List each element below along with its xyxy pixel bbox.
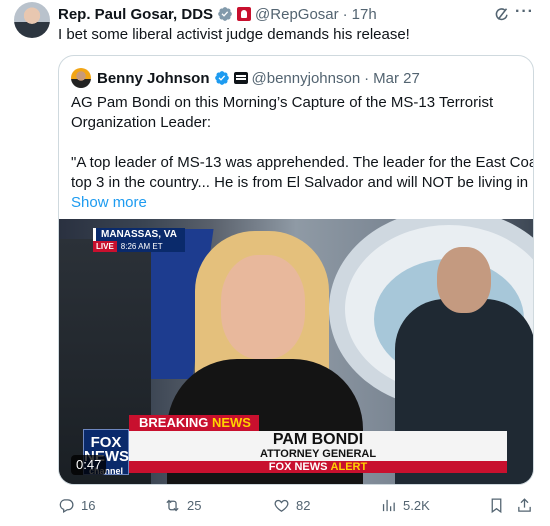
show-more-link[interactable]: Show more	[71, 194, 147, 211]
quoted-text-line: AG Pam Bondi on this Morning’s Capture o…	[71, 94, 494, 111]
bookmark-icon	[491, 497, 502, 513]
quoted-text: AG Pam Bondi on this Morning’s Capture o…	[71, 93, 534, 213]
quoted-text-line: top 3 in the country... He is from El Sa…	[71, 174, 534, 191]
tweet-text: I bet some liberal activist judge demand…	[58, 26, 410, 43]
repost-icon	[166, 499, 179, 511]
verified-badge-icon	[218, 7, 232, 21]
author-handle[interactable]: @RepGosar	[255, 6, 339, 23]
action-bar: 16 25 82 5.2K	[58, 495, 536, 515]
location-label: MANASSAS, VA	[93, 228, 185, 241]
lower-third-title: ATTORNEY GENERAL	[259, 448, 377, 460]
reply-icon	[59, 498, 74, 513]
reply-count: 16	[81, 497, 96, 513]
like-icon	[274, 499, 289, 512]
bookmark-button[interactable]	[488, 495, 505, 515]
video-duration: 0:47	[71, 455, 107, 475]
quoted-time[interactable]: Mar 27	[373, 70, 420, 87]
verified-badge-icon	[214, 71, 229, 85]
lower-third: PAM BONDI ATTORNEY GENERAL	[129, 431, 507, 461]
quoted-text-line: Organization Leader:	[71, 114, 212, 131]
author-avatar[interactable]	[14, 2, 50, 38]
like-button[interactable]: 82	[273, 495, 310, 515]
more-icon[interactable]: ···	[515, 3, 534, 21]
quoted-tweet[interactable]: Benny Johnson @bennyjohnson · Mar 27 AG …	[58, 55, 534, 485]
separator-dot: ·	[364, 69, 370, 87]
repost-count: 25	[187, 497, 202, 513]
repost-button[interactable]: 25	[164, 495, 201, 515]
breaking-news-banner: BREAKING NEWS	[129, 415, 259, 431]
video-player[interactable]: MANASSAS, VA LIVE 8:26 AM ET BREAKING NE…	[59, 219, 533, 484]
views-count: 5.2K	[403, 497, 430, 513]
grok-icon[interactable]	[493, 5, 511, 23]
lower-third-name: PAM BONDI	[272, 431, 364, 448]
location-bug: MANASSAS, VA LIVE 8:26 AM ET	[93, 228, 185, 254]
quoted-header: Benny Johnson @bennyjohnson · Mar 27	[97, 68, 420, 88]
alert-bar: FOX NEWS ALERT	[129, 461, 507, 473]
share-button[interactable]	[516, 495, 533, 515]
quoted-author-handle[interactable]: @bennyjohnson	[252, 70, 361, 87]
live-time: 8:26 AM ET	[116, 241, 185, 252]
quoted-author-name[interactable]: Benny Johnson	[97, 70, 210, 87]
author-name[interactable]: Rep. Paul Gosar, DDS	[58, 6, 213, 23]
affiliation-badge-icon	[233, 72, 248, 84]
views-icon	[382, 499, 395, 511]
quoted-text-line: "A top leader of MS-13 was apprehended. …	[71, 154, 534, 171]
tweet[interactable]: Rep. Paul Gosar, DDS @RepGosar · 17h ···…	[0, 0, 550, 526]
views-button[interactable]: 5.2K	[380, 495, 430, 515]
quoted-avatar[interactable]	[71, 68, 91, 88]
like-count: 82	[296, 497, 311, 513]
live-label: LIVE	[93, 241, 117, 252]
share-icon	[518, 497, 531, 512]
tweet-time[interactable]: 17h	[352, 6, 377, 23]
affiliation-badge-icon	[237, 7, 252, 21]
reply-button[interactable]: 16	[58, 495, 95, 515]
tweet-header: Rep. Paul Gosar, DDS @RepGosar · 17h	[58, 4, 377, 24]
separator-dot: ·	[342, 5, 348, 23]
speaker-figure	[221, 255, 305, 359]
